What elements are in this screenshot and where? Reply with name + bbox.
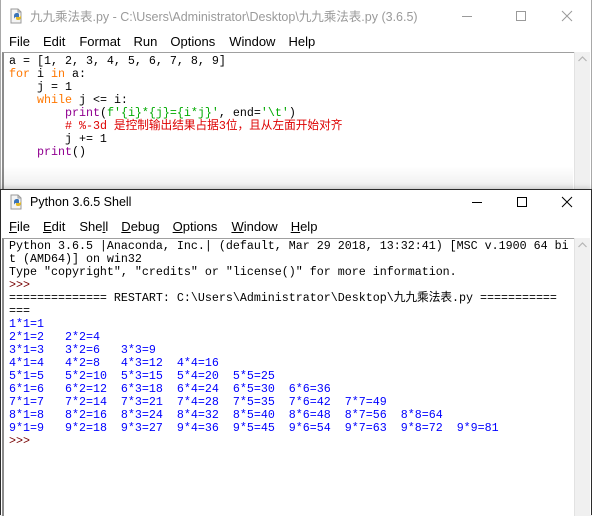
code-token-default	[9, 145, 37, 159]
close-icon	[561, 196, 573, 208]
editor-close-button[interactable]	[544, 4, 590, 28]
code-token-default	[9, 119, 65, 133]
code-token-default: (	[99, 106, 107, 120]
menu-item-format[interactable]: Format	[79, 34, 120, 49]
code-line: print()	[9, 146, 575, 159]
menu-item-window[interactable]: Window	[231, 219, 277, 234]
menu-item-edit[interactable]: Edit	[43, 219, 65, 234]
minimize-icon	[462, 16, 472, 17]
shell-token-stdout: 1*1=1	[9, 317, 65, 331]
editor-window-title: 九九乘法表.py - C:\Users\Administrator\Deskto…	[30, 10, 418, 24]
code-token-string: '\t'	[260, 106, 289, 120]
menu-item-help[interactable]: Help	[288, 34, 315, 49]
code-token-keyword: while	[36, 93, 72, 107]
menu-item-file[interactable]: File	[9, 219, 30, 234]
minimize-icon	[472, 202, 482, 203]
shell-line: ============== RESTART: C:\Users\Adminis…	[9, 292, 575, 305]
scroll-up-chevron-icon[interactable]	[578, 56, 587, 62]
shell-token-stdout: 4*1=4 4*2=8 4*3=12 4*4=16	[9, 356, 233, 370]
shell-output-area[interactable]: Python 3.6.5 |Anaconda, Inc.| (default, …	[2, 238, 575, 516]
shell-prompt: >>>	[9, 278, 37, 292]
code-line: for i in a:	[9, 68, 575, 81]
maximize-icon	[516, 11, 526, 21]
code-token-default: a:	[65, 67, 86, 81]
code-token-comment: # %-3d 是控制输出结果占据3位，且从左面开始对齐	[64, 119, 343, 133]
shell-titlebar[interactable]: Python 3.6.5 Shell	[1, 190, 591, 214]
code-line: j += 1	[9, 133, 575, 146]
shell-token-default: Type "copyright", "credits" or "license(…	[9, 265, 457, 279]
shell-token-stdout: 9*1=9 9*2=18 9*3=27 9*4=36 9*5=45 9*6=54…	[9, 421, 513, 435]
shell-token-stdout: 6*1=6 6*2=12 6*3=18 6*4=24 6*5=30 6*6=36	[9, 382, 345, 396]
code-token-default: j <= i:	[71, 93, 128, 107]
shell-prompt: >>>	[9, 434, 37, 448]
shell-token-default: ===	[9, 304, 30, 318]
shell-token-default: t (AMD64)] on win32	[9, 252, 142, 266]
shell-token-stdout: 7*1=7 7*2=14 7*3=21 7*4=28 7*5=35 7*6=42…	[9, 395, 401, 409]
code-token-string: f'{i}*{j}={i*j}'	[106, 106, 219, 120]
shell-window: Python 3.6.5 Shell File Edit Shell Debug Opt…	[0, 189, 592, 516]
shell-line: Type "copyright", "credits" or "license(…	[9, 266, 575, 279]
editor-maximize-button[interactable]	[498, 4, 544, 28]
code-token-builtin: print	[64, 106, 100, 120]
menu-item-options[interactable]: Options	[170, 34, 215, 49]
code-token-default: ()	[71, 145, 86, 159]
shell-minimize-button[interactable]	[454, 190, 500, 214]
python-file-icon	[10, 8, 22, 23]
editor-titlebar[interactable]: 九九乘法表.py - C:\Users\Administrator\Deskto…	[1, 0, 591, 31]
code-token-builtin: print	[36, 145, 72, 159]
editor-menubar: File Edit Format Run Options Window Help	[1, 31, 591, 52]
shell-maximize-button[interactable]	[499, 190, 545, 214]
editor-vertical-scrollbar[interactable]	[574, 52, 590, 190]
code-line: a = [1, 2, 3, 4, 5, 6, 7, 8, 9]	[9, 55, 575, 68]
shell-token-stdout: 2*1=2 2*2=4	[9, 330, 121, 344]
code-token-keyword: for	[9, 67, 30, 81]
menu-item-edit[interactable]: Edit	[43, 34, 65, 49]
menu-item-window[interactable]: Window	[229, 34, 275, 49]
shell-close-button[interactable]	[544, 190, 590, 214]
code-token-default: j = 1	[9, 80, 72, 94]
shell-window-title: Python 3.6.5 Shell	[30, 195, 132, 209]
code-token-keyword: in	[51, 67, 65, 81]
shell-token-default: ============== RESTART: C:\Users\Adminis…	[9, 291, 557, 305]
menu-item-options[interactable]: Options	[173, 219, 218, 234]
shell-token-stdout: 5*1=5 5*2=10 5*3=15 5*4=20 5*5=25	[9, 369, 289, 383]
shell-token-stdout: 3*1=3 3*2=6 3*3=9	[9, 343, 177, 357]
code-token-default: i	[30, 67, 51, 81]
close-icon	[561, 10, 573, 22]
code-token-default: )	[288, 106, 296, 120]
shell-menubar: File Edit Shell Debug Options Window Help	[1, 214, 591, 238]
code-token-default: , end=	[218, 106, 261, 120]
menu-item-debug[interactable]: Debug	[121, 219, 159, 234]
menu-item-file[interactable]: File	[9, 34, 30, 49]
scroll-up-chevron-icon[interactable]	[578, 242, 587, 248]
shell-token-stdout: 8*1=8 8*2=16 8*3=24 8*4=32 8*5=40 8*6=48…	[9, 408, 457, 422]
shell-token-default: Python 3.6.5 |Anaconda, Inc.| (default, …	[9, 239, 569, 253]
code-token-default: j += 1	[9, 132, 107, 146]
maximize-icon	[517, 197, 527, 207]
editor-window: 九九乘法表.py - C:\Users\Administrator\Deskto…	[0, 0, 592, 190]
menu-item-help[interactable]: Help	[291, 219, 318, 234]
shell-line: ===	[9, 305, 575, 318]
editor-code-area[interactable]: a = [1, 2, 3, 4, 5, 6, 7, 8, 9] for i in …	[2, 52, 575, 190]
editor-minimize-button[interactable]	[444, 4, 490, 28]
code-token-default	[9, 106, 65, 120]
menu-item-run[interactable]: Run	[134, 34, 158, 49]
code-token-default	[9, 93, 37, 107]
python-file-icon	[10, 194, 22, 210]
shell-line: 9*1=9 9*2=18 9*3=27 9*4=36 9*5=45 9*6=54…	[9, 422, 575, 435]
menu-item-shell[interactable]: Shell	[79, 219, 108, 234]
shell-vertical-scrollbar[interactable]	[574, 238, 590, 516]
code-token-default: a = [1, 2, 3, 4, 5, 6, 7, 8, 9]	[9, 54, 226, 68]
shell-line: >>>	[9, 435, 575, 448]
